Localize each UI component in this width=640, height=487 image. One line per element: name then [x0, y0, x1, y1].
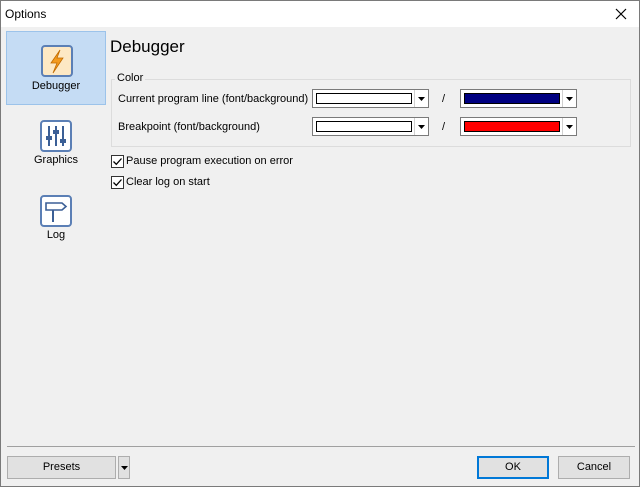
color-separator: / — [442, 93, 446, 105]
options-nav: Debugger Graphics Log — [6, 31, 106, 441]
options-dialog: Options Debugger Graphics Log Debugger C… — [0, 0, 640, 487]
breakpoint-color-label: Breakpoint (font/background) — [118, 121, 260, 133]
window-title: Options — [5, 7, 47, 21]
color-swatch — [464, 93, 560, 104]
signpost-icon — [40, 195, 72, 227]
nav-item-label: Graphics — [33, 154, 79, 166]
lightning-icon — [41, 45, 73, 77]
chevron-down-icon — [416, 118, 426, 135]
color-swatch — [316, 121, 412, 132]
chevron-down-icon — [416, 90, 426, 107]
checkmark-icon[interactable] — [111, 176, 124, 189]
color-group-title: Color — [115, 72, 146, 84]
current-line-background-color-select[interactable] — [460, 89, 577, 108]
nav-item-debugger[interactable]: Debugger — [6, 31, 106, 105]
cancel-button[interactable]: Cancel — [558, 456, 630, 479]
chevron-down-icon — [120, 457, 128, 478]
title-bar: Options — [1, 1, 639, 27]
checkbox-label: Pause program execution on error — [126, 155, 293, 167]
presets-button[interactable]: Presets — [7, 456, 116, 479]
checkbox-label: Clear log on start — [126, 176, 210, 188]
chevron-down-icon — [564, 90, 574, 107]
chevron-down-icon — [564, 118, 574, 135]
current-line-font-color-select[interactable] — [312, 89, 429, 108]
sliders-icon — [40, 120, 72, 152]
nav-item-label: Debugger — [31, 80, 81, 92]
nav-item-log[interactable]: Log — [6, 182, 106, 256]
color-separator: / — [442, 121, 446, 133]
ok-button[interactable]: OK — [477, 456, 549, 479]
breakpoint-background-color-select[interactable] — [460, 117, 577, 136]
page-title: Debugger — [110, 37, 185, 56]
nav-item-label: Log — [46, 229, 66, 241]
current-line-color-label: Current program line (font/background) — [118, 93, 309, 105]
color-swatch — [316, 93, 412, 104]
footer-divider — [7, 446, 635, 447]
color-swatch — [464, 121, 560, 132]
checkmark-icon[interactable] — [111, 155, 124, 168]
breakpoint-font-color-select[interactable] — [312, 117, 429, 136]
nav-item-graphics[interactable]: Graphics — [6, 107, 106, 181]
close-icon[interactable] — [611, 4, 631, 24]
presets-dropdown-button[interactable] — [118, 456, 130, 479]
